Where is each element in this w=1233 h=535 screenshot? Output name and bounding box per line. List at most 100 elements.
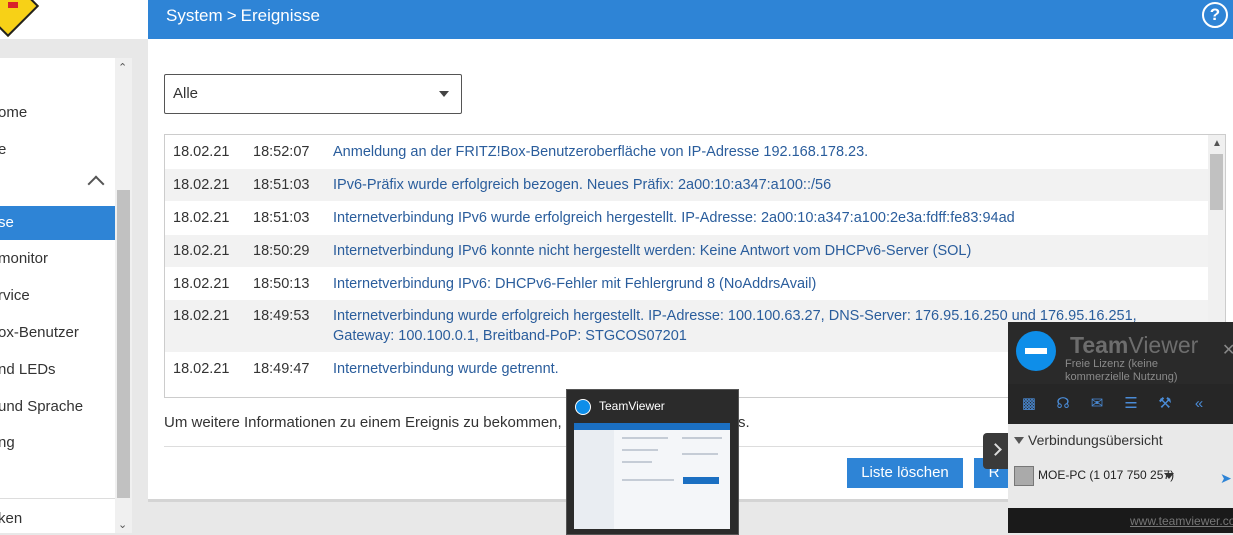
sidebar-scroll-thumb[interactable] bbox=[117, 190, 130, 498]
info-text-tail: s. bbox=[738, 414, 750, 431]
fritzbox-logo[interactable] bbox=[0, 0, 148, 39]
collapse-icon[interactable]: « bbox=[1188, 393, 1210, 415]
event-date: 18.02.21 bbox=[173, 243, 230, 259]
logo-shape bbox=[0, 0, 40, 38]
pointer-icon: ➤ bbox=[1220, 470, 1232, 486]
event-filter-value: Alle bbox=[173, 85, 199, 102]
connection-pc-name: MOE-PC (1 017 750 257) bbox=[1038, 468, 1175, 482]
chat-icon[interactable]: ✉ bbox=[1086, 393, 1108, 415]
files-icon[interactable]: ☰ bbox=[1120, 393, 1142, 415]
caret-down-icon bbox=[439, 91, 449, 97]
thumbnail-title: TeamViewer bbox=[599, 399, 665, 413]
sidebar-item-label: ken bbox=[0, 510, 23, 527]
sidebar: ome e se monitor rvice ox-Benutzer nd LE… bbox=[0, 58, 132, 533]
breadcrumb-current: Ereignisse bbox=[240, 6, 320, 25]
preview-line bbox=[622, 461, 652, 463]
connection-row[interactable]: MOE-PC (1 017 750 257) ➤ bbox=[1014, 464, 1232, 488]
sidebar-item-sicherung[interactable]: ng bbox=[0, 426, 115, 460]
event-date: 18.02.21 bbox=[173, 361, 230, 377]
clear-list-button[interactable]: Liste löschen bbox=[847, 458, 963, 488]
event-message[interactable]: Internetverbindung IPv6 wurde erfolgreic… bbox=[333, 208, 1183, 228]
brand-bold: Team bbox=[1070, 332, 1129, 358]
table-row: 18.02.21 18:50:29 Internetverbindung IPv… bbox=[165, 235, 1208, 267]
sidebar-item-label: nd LEDs bbox=[0, 361, 56, 378]
teamviewer-panel: TeamViewer Freie Lizenz (keine kommerzie… bbox=[1008, 322, 1233, 533]
sidebar-item-label: se bbox=[0, 214, 14, 231]
preview-titlebar bbox=[574, 423, 730, 430]
preview-button bbox=[683, 477, 719, 484]
event-log-scroll-thumb[interactable] bbox=[1210, 154, 1223, 210]
caret-down-icon[interactable] bbox=[1164, 473, 1174, 479]
headset-icon[interactable]: ☊ bbox=[1052, 393, 1074, 415]
sidebar-divider bbox=[0, 498, 115, 499]
teamviewer-logo-icon bbox=[1016, 331, 1056, 371]
event-date: 18.02.21 bbox=[173, 144, 230, 160]
sidebar-item-2[interactable]: e bbox=[0, 133, 115, 167]
event-filter-select[interactable]: Alle bbox=[164, 74, 462, 114]
sidebar-item-bottom[interactable]: ken bbox=[0, 502, 115, 533]
teamviewer-toolbar: ▩ ☊ ✉ ☰ ⚒ « bbox=[1008, 384, 1233, 424]
teamviewer-website-link[interactable]: www.teamviewer.co bbox=[1130, 514, 1233, 528]
sidebar-scrollbar[interactable]: ⌃ ⌄ bbox=[115, 58, 132, 533]
connection-overview: Verbindungsübersicht MOE-PC (1 017 750 2… bbox=[1008, 424, 1233, 508]
triangle-down-icon[interactable] bbox=[1014, 437, 1024, 444]
chevron-right-icon bbox=[989, 443, 1002, 456]
scroll-down-icon[interactable]: ⌄ bbox=[118, 518, 127, 531]
sidebar-item-tasten-leds[interactable]: nd LEDs bbox=[0, 353, 115, 387]
connection-overview-title[interactable]: Verbindungsübersicht bbox=[1028, 432, 1163, 448]
event-time: 18:50:13 bbox=[253, 276, 310, 292]
info-text: Um weitere Informationen zu einem Ereign… bbox=[164, 414, 562, 431]
sidebar-item-label: ox-Benutzer bbox=[0, 324, 79, 341]
sidebar-item-home[interactable]: ome bbox=[0, 96, 115, 130]
event-date: 18.02.21 bbox=[173, 276, 230, 292]
event-message[interactable]: Anmeldung an der FRITZ!Box-Benutzeroberf… bbox=[333, 142, 1183, 162]
teamviewer-taskbar-thumbnail[interactable]: TeamViewer bbox=[566, 389, 739, 535]
computer-icon bbox=[1014, 466, 1034, 486]
sidebar-item-label: rvice bbox=[0, 287, 30, 304]
sidebar-item-push-service[interactable]: rvice bbox=[0, 279, 115, 313]
tools-icon[interactable]: ⚒ bbox=[1154, 393, 1176, 415]
sidebar-item-label: e bbox=[0, 141, 7, 158]
sidebar-item-energiemonitor[interactable]: monitor bbox=[0, 242, 115, 276]
sidebar-item-ereignisse[interactable]: se bbox=[0, 206, 115, 240]
license-text: Freie Lizenz (keine kommerzielle Nutzung… bbox=[1065, 358, 1178, 383]
teamviewer-header: TeamViewer Freie Lizenz (keine kommerzie… bbox=[1008, 322, 1233, 384]
logo-arrow bbox=[1025, 348, 1047, 354]
event-message[interactable]: IPv6-Präfix wurde erfolgreich bezogen. N… bbox=[333, 175, 1183, 195]
close-icon[interactable]: ✕ bbox=[1222, 340, 1233, 360]
event-date: 18.02.21 bbox=[173, 308, 230, 324]
logo-accent bbox=[8, 2, 18, 8]
event-time: 18:52:07 bbox=[253, 144, 310, 160]
breadcrumb-system[interactable]: System bbox=[166, 6, 223, 25]
preview-line bbox=[622, 479, 674, 481]
event-message[interactable]: Internetverbindung IPv6 konnte nicht her… bbox=[333, 241, 1183, 261]
thumbnail-preview bbox=[574, 423, 730, 529]
teamviewer-footer: www.teamviewer.co bbox=[1008, 508, 1233, 533]
table-row: 18.02.21 18:51:03 IPv6-Präfix wurde erfo… bbox=[165, 169, 1208, 201]
help-icon[interactable]: ? bbox=[1202, 2, 1228, 28]
sidebar-item-label: ome bbox=[0, 104, 28, 121]
sidebar-item-label: ng bbox=[0, 434, 15, 451]
breadcrumb-separator: > bbox=[226, 6, 237, 25]
sidebar-item-benutzer[interactable]: ox-Benutzer bbox=[0, 316, 115, 350]
preview-line bbox=[682, 453, 718, 455]
brand-light: Viewer bbox=[1128, 332, 1199, 358]
scroll-up-icon[interactable]: ⌃ bbox=[118, 61, 127, 74]
teamviewer-panel-toggle[interactable] bbox=[983, 433, 1009, 469]
teamviewer-brand: TeamViewer bbox=[1070, 332, 1198, 359]
sidebar-item-label: monitor bbox=[0, 250, 49, 267]
teamviewer-icon bbox=[575, 399, 591, 415]
event-message[interactable]: Internetverbindung IPv6: DHCPv6-Fehler m… bbox=[333, 274, 1183, 294]
preview-sidebar bbox=[574, 430, 614, 529]
preview-line bbox=[622, 449, 658, 451]
video-icon[interactable]: ▩ bbox=[1018, 393, 1040, 415]
event-date: 18.02.21 bbox=[173, 210, 230, 226]
breadcrumb: System > Ereignisse bbox=[166, 6, 320, 26]
event-time: 18:50:29 bbox=[253, 243, 310, 259]
scroll-up-icon[interactable]: ▲ bbox=[1212, 138, 1222, 149]
preview-line bbox=[622, 437, 668, 439]
chevron-up-icon[interactable] bbox=[87, 175, 105, 193]
event-time: 18:49:47 bbox=[253, 361, 310, 377]
top-bar: System > Ereignisse ? bbox=[0, 0, 1233, 39]
sidebar-item-region-sprache[interactable]: und Sprache bbox=[0, 390, 115, 424]
